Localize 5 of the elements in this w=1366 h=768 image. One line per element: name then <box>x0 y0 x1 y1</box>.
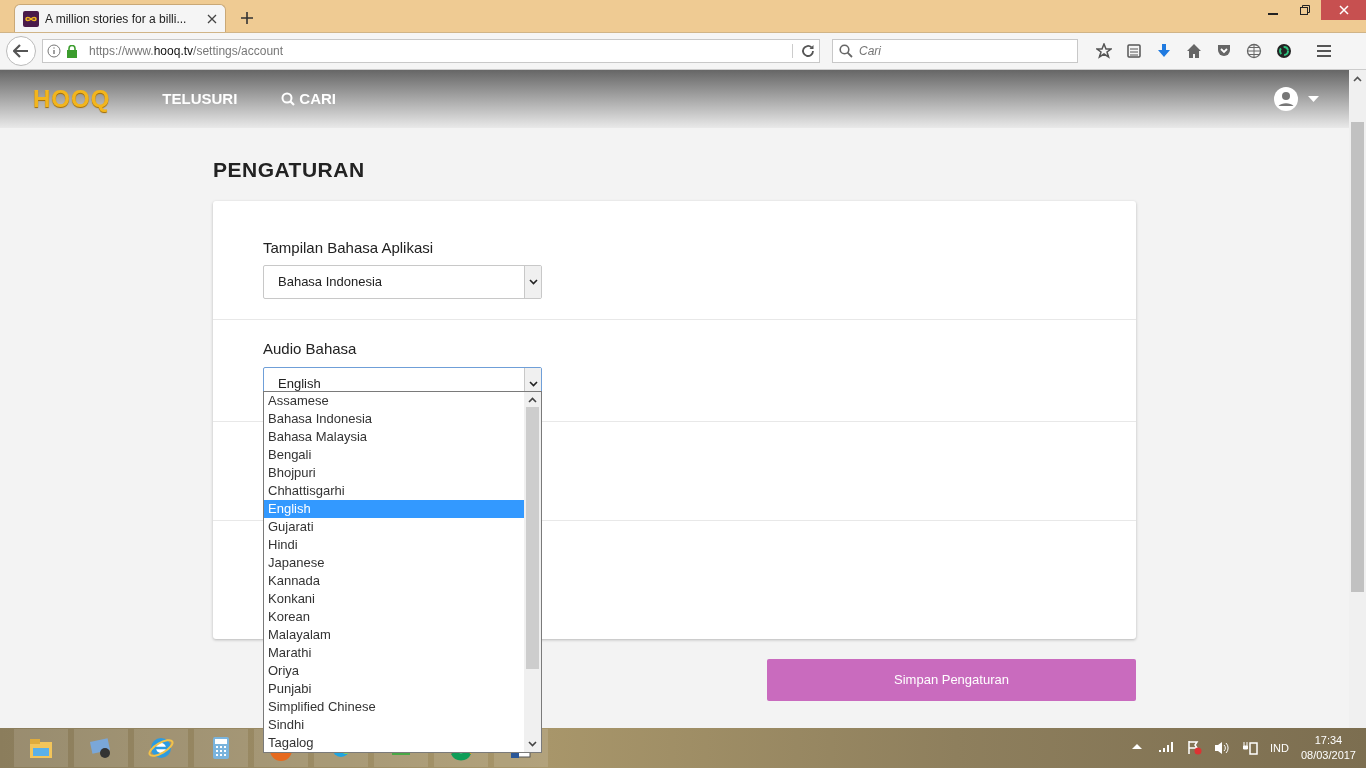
field-label: Tampilan Bahasa Aplikasi <box>263 237 435 258</box>
url-text: https://www.hooq.tv/settings/account <box>89 43 284 60</box>
tab-title: A million stories for a billi... <box>45 10 187 28</box>
field-label: Audio Bahasa <box>263 339 358 359</box>
page-title: PENGATURAN <box>213 157 366 183</box>
